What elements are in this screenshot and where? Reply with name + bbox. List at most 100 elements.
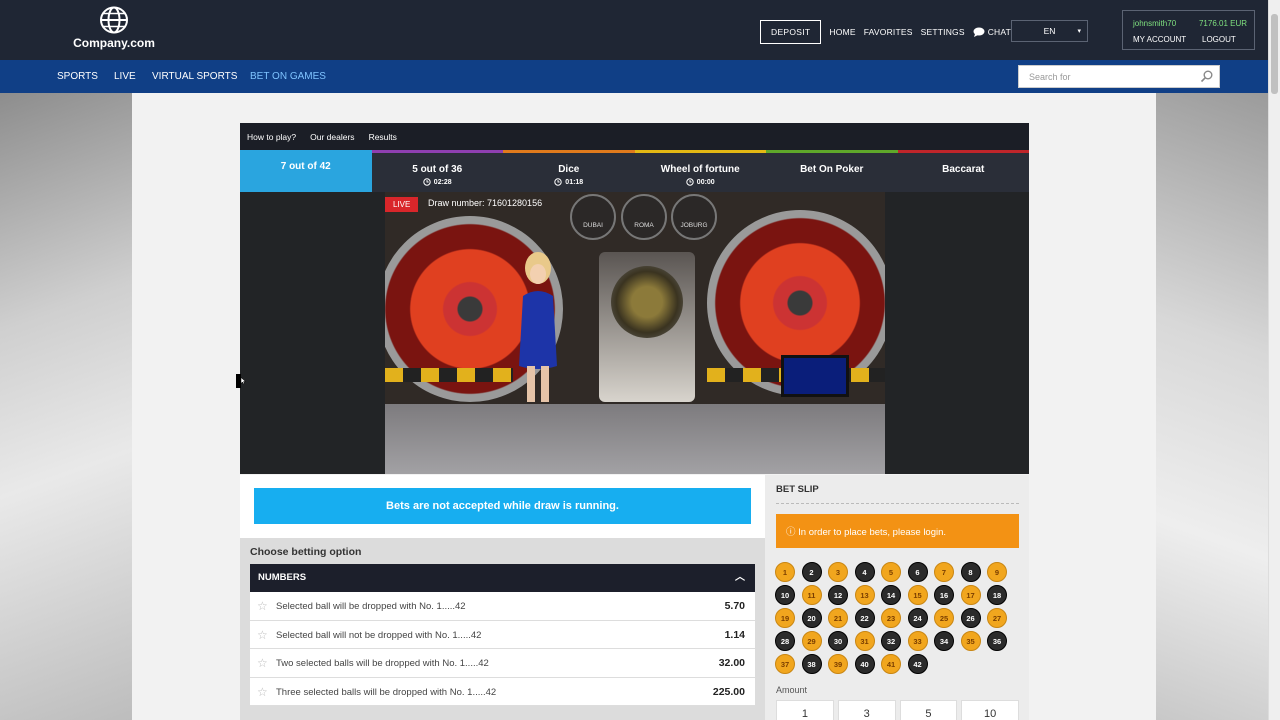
star-icon[interactable]: ☆ <box>257 599 268 613</box>
background-left <box>0 93 132 720</box>
game-tab[interactable]: 7 out of 42 <box>240 150 372 192</box>
nav-item-sports[interactable]: SPORTS <box>57 71 98 82</box>
number-ball[interactable]: 23 <box>881 608 901 628</box>
game-tab[interactable]: Dice 01:18 <box>503 150 635 192</box>
globe-icon <box>100 6 128 34</box>
my-account-link[interactable]: MY ACCOUNT <box>1133 35 1186 44</box>
number-ball[interactable]: 5 <box>881 562 901 582</box>
star-icon[interactable]: ☆ <box>257 685 268 699</box>
amount-button[interactable]: 3 <box>837 700 896 720</box>
number-ball[interactable]: 41 <box>881 654 901 674</box>
bet-option-odds[interactable]: 5.70 <box>725 600 745 612</box>
number-ball[interactable]: 11 <box>801 585 822 605</box>
results-link[interactable]: Results <box>369 132 397 142</box>
search-input[interactable]: Search for <box>1018 65 1220 88</box>
number-ball[interactable]: 18 <box>987 585 1007 605</box>
number-ball[interactable]: 42 <box>907 654 928 674</box>
number-ball[interactable]: 37 <box>775 654 795 674</box>
clock-icon <box>554 178 562 186</box>
number-ball[interactable]: 9 <box>987 562 1007 582</box>
number-ball[interactable]: 39 <box>828 654 848 674</box>
brand-logo[interactable]: Company.com <box>68 6 160 50</box>
number-ball[interactable]: 7 <box>934 562 954 582</box>
number-ball[interactable]: 30 <box>828 631 848 651</box>
brand-name: Company.com <box>73 36 155 50</box>
number-ball[interactable]: 32 <box>881 631 901 651</box>
chat-link[interactable]: CHAT <box>973 27 1011 37</box>
live-video[interactable]: LIVE Draw number: 71601280156 DUBAI ROMA… <box>385 192 885 474</box>
bet-option-odds[interactable]: 225.00 <box>713 686 745 698</box>
number-ball[interactable]: 19 <box>775 608 795 628</box>
settings-link[interactable]: SETTINGS <box>921 27 965 37</box>
language-select[interactable]: EN ▾ <box>1011 20 1088 42</box>
nav-item-bet-on-games[interactable]: BET ON GAMES <box>250 71 326 82</box>
numbers-group-header[interactable]: NUMBERS ︿ <box>250 564 755 592</box>
number-ball[interactable]: 36 <box>987 631 1007 651</box>
number-ball[interactable]: 34 <box>934 631 954 651</box>
page-scrollbar[interactable] <box>1268 0 1280 720</box>
nav-item-live[interactable]: LIVE <box>114 71 136 82</box>
chevron-up-icon[interactable]: ︿ <box>735 564 745 592</box>
our-dealers-link[interactable]: Our dealers <box>310 132 354 142</box>
number-ball[interactable]: 2 <box>801 562 822 582</box>
star-icon[interactable]: ☆ <box>257 628 268 642</box>
number-ball[interactable]: 1 <box>775 562 795 582</box>
number-ball[interactable]: 16 <box>934 585 954 605</box>
chat-label: CHAT <box>987 27 1012 37</box>
amount-button[interactable]: 1 <box>776 700 834 720</box>
number-ball[interactable]: 26 <box>960 608 981 628</box>
how-to-play-link[interactable]: How to play? <box>247 132 296 142</box>
game-tab[interactable]: Wheel of fortune 00:00 <box>634 150 767 192</box>
number-ball[interactable]: 27 <box>987 608 1007 628</box>
background-right <box>1156 93 1280 720</box>
number-ball[interactable]: 25 <box>934 608 954 628</box>
logout-link[interactable]: LOGOUT <box>1202 35 1236 44</box>
number-ball[interactable]: 8 <box>960 562 981 582</box>
deposit-button[interactable]: DEPOSIT <box>760 20 822 44</box>
bet-slip-divider <box>776 503 1019 504</box>
game-tab-label: Wheel of fortune <box>660 164 740 175</box>
bet-option-row[interactable]: ☆ Two selected balls will be dropped with… <box>250 649 755 678</box>
number-ball[interactable]: 29 <box>801 631 822 651</box>
number-ball[interactable]: 40 <box>854 654 875 674</box>
search-icon[interactable] <box>1200 70 1213 83</box>
game-tab[interactable]: 5 out of 36 02:28 <box>371 150 504 192</box>
number-ball[interactable]: 14 <box>881 585 901 605</box>
home-link[interactable]: HOME <box>829 27 855 37</box>
amount-button[interactable]: 5 <box>899 700 958 720</box>
game-tab[interactable]: Bet On Poker <box>766 150 898 192</box>
number-ball[interactable]: 3 <box>828 562 848 582</box>
number-ball[interactable]: 13 <box>854 585 875 605</box>
bet-option-odds[interactable]: 32.00 <box>719 657 745 669</box>
nav-item-virtual-sports[interactable]: VIRTUAL SPORTS <box>152 71 237 82</box>
number-ball[interactable]: 12 <box>828 585 848 605</box>
number-ball[interactable]: 4 <box>854 562 875 582</box>
number-ball[interactable]: 38 <box>801 654 822 674</box>
bet-option-row[interactable]: ☆ Selected ball will not be dropped with … <box>250 620 755 649</box>
amount-button[interactable]: 10 <box>961 700 1019 720</box>
bet-option-odds[interactable]: 1.14 <box>725 629 745 641</box>
number-ball[interactable]: 20 <box>801 608 822 628</box>
number-ball[interactable]: 35 <box>960 631 981 651</box>
bet-option-row[interactable]: ☆ Selected ball will be dropped with No. … <box>250 592 755 621</box>
bet-option-row[interactable]: ☆ Three selected balls will be dropped wi… <box>250 677 755 706</box>
clock-roma: ROMA <box>621 194 667 240</box>
number-ball[interactable]: 33 <box>907 631 928 651</box>
game-tab-timer: 00:00 <box>635 178 767 186</box>
number-ball[interactable]: 6 <box>907 562 928 582</box>
number-ball[interactable]: 10 <box>775 585 795 605</box>
number-ball[interactable]: 15 <box>907 585 928 605</box>
favorites-link[interactable]: FAVORITES <box>864 27 913 37</box>
number-ball[interactable]: 28 <box>775 631 795 651</box>
number-ball[interactable]: 22 <box>854 608 875 628</box>
number-ball[interactable]: 31 <box>854 631 875 651</box>
scrollbar-thumb[interactable] <box>1271 14 1278 94</box>
star-icon[interactable]: ☆ <box>257 656 268 670</box>
number-ball[interactable]: 21 <box>828 608 848 628</box>
number-ball[interactable]: 17 <box>960 585 981 605</box>
game-tab-timer: 02:28 <box>372 178 504 186</box>
game-tab[interactable]: Baccarat <box>897 150 1029 192</box>
hazard-stripe-left <box>385 368 513 382</box>
number-ball[interactable]: 24 <box>907 608 928 628</box>
studio-floor <box>385 404 885 474</box>
